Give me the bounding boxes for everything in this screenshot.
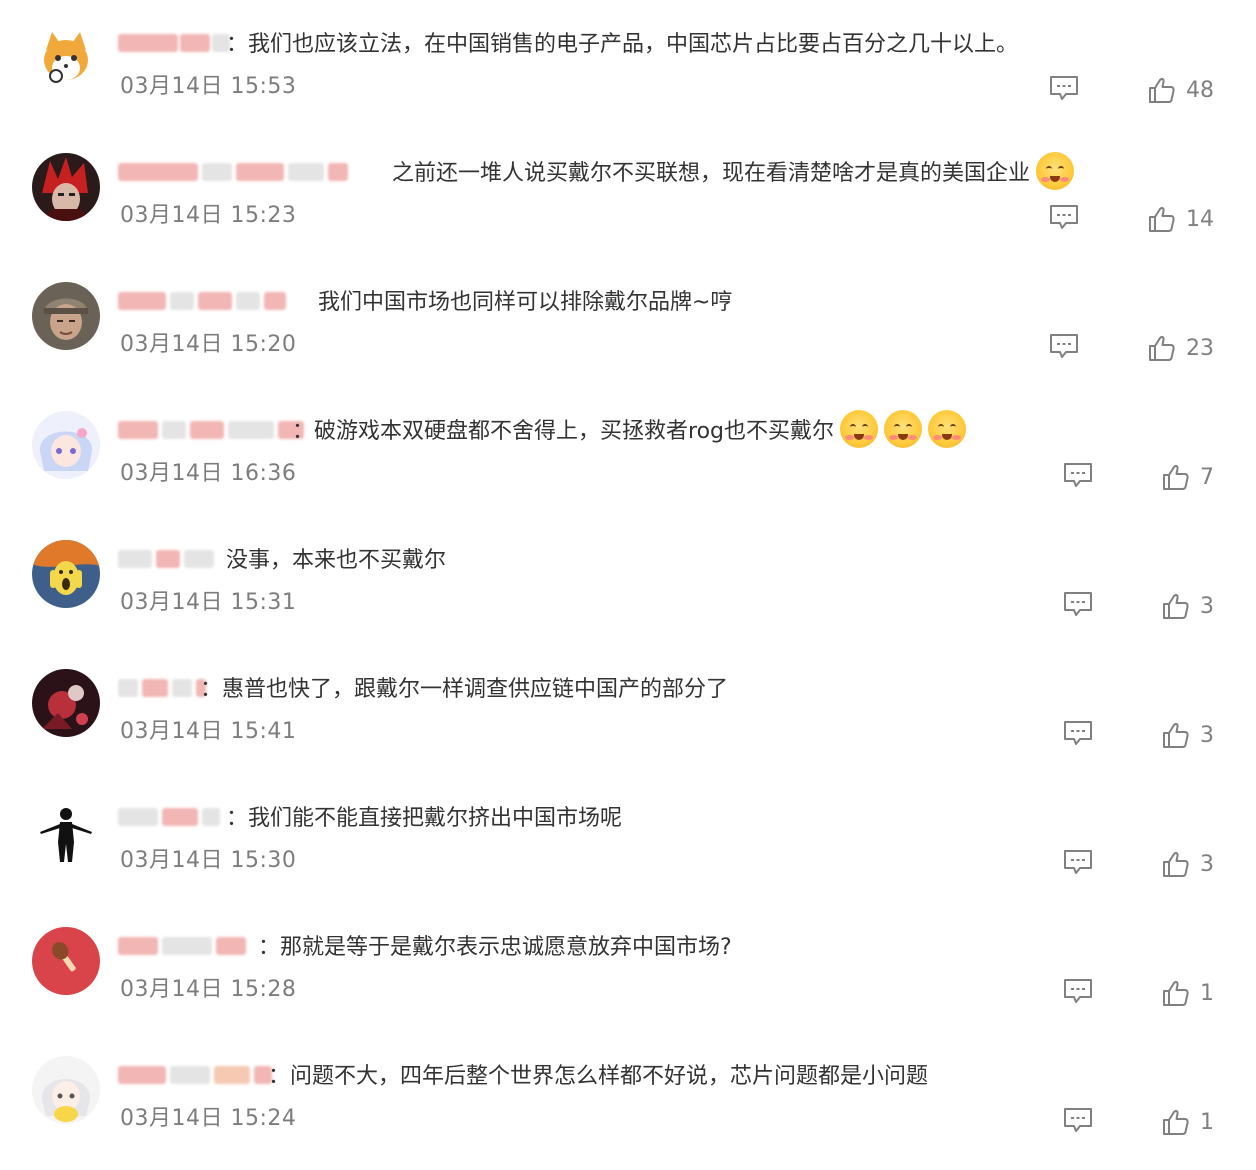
comment-time: 03月14日 15:24 (120, 1106, 297, 1131)
username-redacted[interactable] (118, 544, 214, 574)
thumbs-up-icon (1163, 593, 1189, 619)
like-button[interactable]: 3 (1162, 720, 1214, 750)
shy-smile-emoji-icon (884, 410, 922, 448)
shy-smile-emoji-icon (840, 410, 878, 448)
user-avatar[interactable] (32, 153, 100, 221)
comment-item: ：那就是等于是戴尔表示忠诚愿意放弃中国市场? 03月14日 15:28 1 (0, 903, 1256, 1032)
like-button[interactable]: 3 (1162, 849, 1214, 879)
shy-smile-emoji-icon (928, 410, 966, 448)
like-count: 3 (1200, 593, 1214, 619)
username-redacted[interactable] (118, 157, 348, 187)
thumbs-up-icon (1149, 206, 1175, 232)
like-button[interactable]: 48 (1148, 75, 1214, 105)
thumbs-up-icon (1163, 464, 1189, 490)
thumbs-up-icon (1163, 980, 1189, 1006)
username-redacted[interactable] (118, 1060, 272, 1090)
username-redacted[interactable] (118, 673, 206, 703)
like-button[interactable]: 1 (1162, 1107, 1214, 1137)
like-count: 3 (1200, 851, 1214, 877)
like-count: 7 (1200, 464, 1214, 490)
reply-icon[interactable] (1063, 591, 1093, 617)
comment-item: 我们中国市场也同样可以排除戴尔品牌~哼 03月14日 15:20 23 (0, 258, 1256, 387)
comment-text-row: ：破游戏本双硬盘都不舍得上，买拯救者rog也不买戴尔 (292, 410, 966, 448)
username-redacted[interactable] (118, 931, 246, 961)
shiba-avatar-icon (32, 24, 100, 92)
thumbs-up-icon (1149, 77, 1175, 103)
comment-text: 没事，本来也不买戴尔 (226, 548, 447, 573)
comment-time: 03月14日 15:41 (120, 719, 297, 744)
user-avatar[interactable] (32, 411, 100, 479)
anime-girl-avatar-icon (32, 411, 100, 479)
comment-time: 03月14日 15:20 (120, 332, 297, 357)
thumbs-up-icon (1149, 335, 1175, 361)
reply-icon[interactable] (1063, 462, 1093, 488)
username-redacted[interactable] (118, 286, 286, 316)
comment-time: 03月14日 15:30 (120, 848, 297, 873)
thumbs-up-icon (1163, 722, 1189, 748)
like-count: 14 (1186, 206, 1214, 232)
user-avatar[interactable] (32, 1056, 100, 1124)
reply-icon[interactable] (1063, 720, 1093, 746)
user-avatar[interactable] (32, 927, 100, 995)
comment-text: ：问题不大，四年后整个世界怎么样都不好说，芯片问题都是小问题 (268, 1064, 929, 1089)
user-avatar[interactable] (32, 540, 100, 608)
like-count: 23 (1186, 335, 1214, 361)
like-count: 1 (1200, 1109, 1214, 1135)
user-avatar[interactable] (32, 282, 100, 350)
like-button[interactable]: 1 (1162, 978, 1214, 1008)
comment-time: 03月14日 15:23 (120, 203, 297, 228)
thumbs-up-icon (1163, 851, 1189, 877)
comment-item: ：我们也应该立法，在中国销售的电子产品，中国芯片占比要占百分之几十以上。 03月… (0, 0, 1256, 129)
comment-text: ：破游戏本双硬盘都不舍得上，买拯救者rog也不买戴尔 (292, 419, 834, 444)
like-count: 48 (1186, 77, 1214, 103)
reply-icon[interactable] (1049, 333, 1079, 359)
comment-text: ：我们能不能直接把戴尔挤出中国市场呢 (226, 806, 623, 831)
username-redacted[interactable] (118, 802, 220, 832)
comment-text: 我们中国市场也同样可以排除戴尔品牌~哼 (318, 290, 733, 315)
like-count: 3 (1200, 722, 1214, 748)
reply-icon[interactable] (1049, 204, 1079, 230)
comment-text: ：惠普也快了，跟戴尔一样调查供应链中国产的部分了 (200, 677, 729, 702)
comment-time: 03月14日 16:36 (120, 461, 297, 486)
comment-time: 03月14日 15:28 (120, 977, 297, 1002)
comment-item: 之前还一堆人说买戴尔不买联想，现在看清楚啥才是真的美国企业 03月14日 15:… (0, 129, 1256, 258)
comment-text-row: 之前还一堆人说买戴尔不买联想，现在看清楚啥才是真的美国企业 (392, 152, 1075, 190)
man-cap-avatar-icon (32, 282, 100, 350)
silhouette-avatar-icon (32, 798, 100, 866)
red-circle-avatar-icon (32, 927, 100, 995)
comment-item: 没事，本来也不买戴尔 03月14日 15:31 3 (0, 516, 1256, 645)
reply-icon[interactable] (1063, 1107, 1093, 1133)
reply-icon[interactable] (1063, 978, 1093, 1004)
username-redacted[interactable] (118, 28, 230, 58)
dark-red-avatar-icon (32, 669, 100, 737)
chick-girl-avatar-icon (32, 1056, 100, 1124)
like-button[interactable]: 14 (1148, 204, 1214, 234)
user-avatar[interactable] (32, 798, 100, 866)
savoring-food-emoji-icon (1036, 152, 1075, 190)
user-avatar[interactable] (32, 24, 100, 92)
comment-item: ：问题不大，四年后整个世界怎么样都不好说，芯片问题都是小问题 03月14日 15… (0, 1032, 1256, 1161)
comment-text: ：我们也应该立法，在中国销售的电子产品，中国芯片占比要占百分之几十以上。 (226, 32, 1019, 57)
user-avatar[interactable] (32, 669, 100, 737)
scream-avatar-icon (32, 540, 100, 608)
reply-icon[interactable] (1063, 849, 1093, 875)
comment-time: 03月14日 15:31 (120, 590, 297, 615)
comment-item: ：我们能不能直接把戴尔挤出中国市场呢 03月14日 15:30 3 (0, 774, 1256, 903)
like-button[interactable]: 3 (1162, 591, 1214, 621)
like-button[interactable]: 23 (1148, 333, 1214, 363)
comment-text: 之前还一堆人说买戴尔不买联想，现在看清楚啥才是真的美国企业 (392, 161, 1031, 186)
like-button[interactable]: 7 (1162, 462, 1214, 492)
comment-time: 03月14日 15:53 (120, 74, 297, 99)
username-redacted[interactable] (118, 415, 304, 445)
red-hair-avatar-icon (32, 153, 100, 221)
like-count: 1 (1200, 980, 1214, 1006)
thumbs-up-icon (1163, 1109, 1189, 1135)
comment-item: ：惠普也快了，跟戴尔一样调查供应链中国产的部分了 03月14日 15:41 3 (0, 645, 1256, 774)
comment-item: ：破游戏本双硬盘都不舍得上，买拯救者rog也不买戴尔 03月14日 16:36 … (0, 387, 1256, 516)
comment-text: ：那就是等于是戴尔表示忠诚愿意放弃中国市场? (258, 935, 732, 960)
reply-icon[interactable] (1049, 75, 1079, 101)
